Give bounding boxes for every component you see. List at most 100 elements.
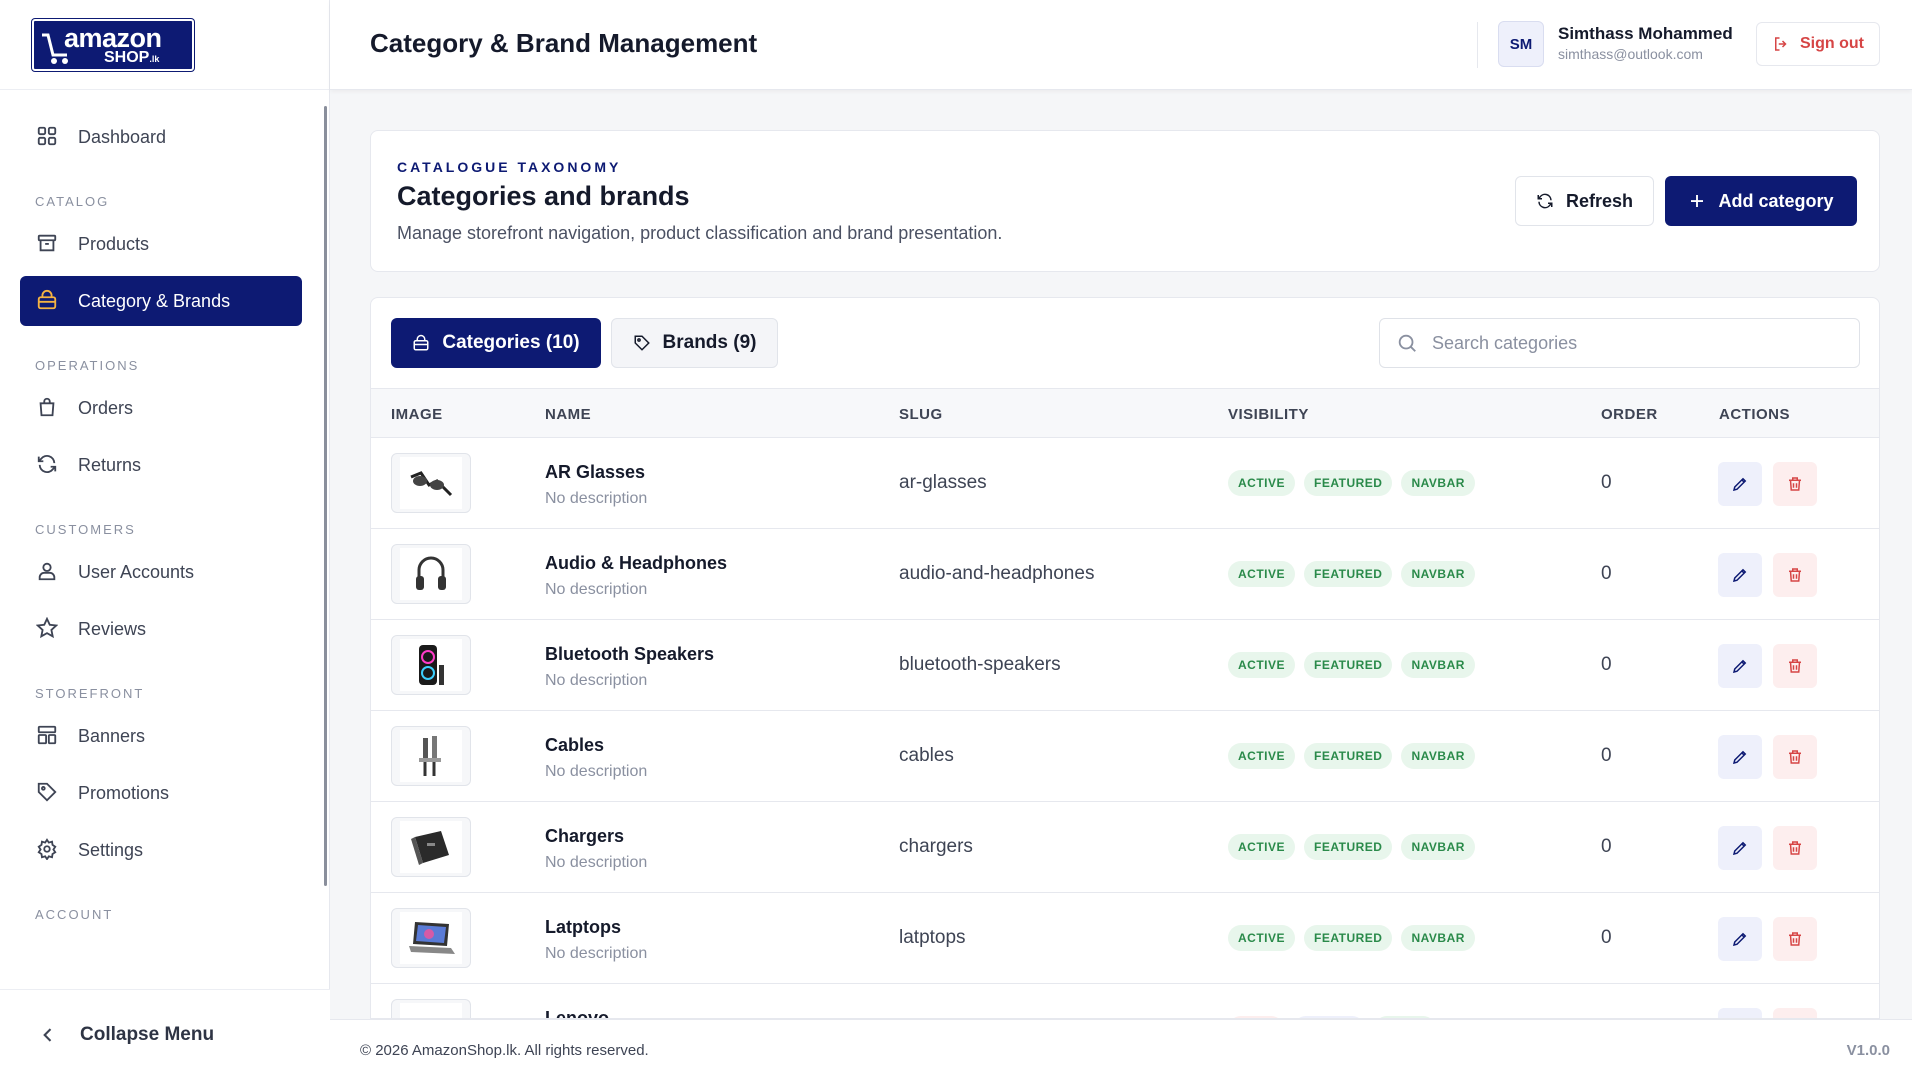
- table-row[interactable]: Cables No description cables ACTIVE FEAT…: [371, 711, 1879, 802]
- table-row[interactable]: Latptops No description latptops ACTIVE …: [371, 893, 1879, 984]
- delete-button[interactable]: [1773, 826, 1817, 870]
- sidebar-item-label: User Accounts: [78, 561, 195, 582]
- table-row[interactable]: Lenovo: [371, 984, 1879, 1018]
- section-customers: CUSTOMERS: [35, 522, 136, 537]
- user-email: simthass@outlook.com: [1558, 46, 1703, 62]
- category-name: Bluetooth Speakers: [545, 644, 715, 664]
- delete-button[interactable]: [1773, 735, 1817, 779]
- sidebar-item-settings[interactable]: Settings: [20, 825, 302, 875]
- table-row[interactable]: AR Glasses No description ar-glasses ACT…: [371, 438, 1879, 529]
- status-badge-navbar: NAVBAR: [1401, 470, 1475, 496]
- laptop-image: [409, 922, 455, 954]
- edit-button[interactable]: [1718, 462, 1762, 506]
- sidebar-item-label: Category & Brands: [78, 290, 231, 311]
- delete-button[interactable]: [1773, 1008, 1817, 1018]
- category-name: AR Glasses: [545, 462, 646, 482]
- status-badge-navbar: NAVBAR: [1401, 834, 1475, 860]
- sign-out-button[interactable]: Sign out: [1756, 22, 1880, 66]
- sidebar-item-orders[interactable]: Orders: [20, 383, 302, 433]
- categories-table-card: Categories (10) Brands (9) IMAGE NAME SL…: [370, 297, 1880, 1019]
- category-description: No description: [545, 945, 648, 962]
- layout-icon: [36, 724, 60, 748]
- edit-button[interactable]: [1718, 1008, 1762, 1018]
- pencil-icon: [1732, 750, 1747, 765]
- table-row[interactable]: Audio & Headphones No description audio-…: [371, 529, 1879, 620]
- category-description: No description: [545, 581, 648, 598]
- edit-button[interactable]: [1718, 917, 1762, 961]
- edit-button[interactable]: [1718, 644, 1762, 688]
- visibility-badges: ACTIVE FEATURED NAVBAR: [1228, 561, 1484, 587]
- category-description: No description: [545, 672, 648, 689]
- sidebar-item-banners[interactable]: Banners: [20, 711, 302, 761]
- status-badge-active: ACTIVE: [1228, 561, 1296, 587]
- avatar[interactable]: SM: [1498, 21, 1544, 67]
- sidebar-item-reviews[interactable]: Reviews: [20, 604, 302, 654]
- refresh-icon: [36, 453, 60, 477]
- visibility-badges: ACTIVE FEATURED NAVBAR: [1228, 743, 1484, 769]
- speaker-image: [419, 645, 444, 685]
- category-image: [391, 999, 471, 1018]
- tab-brands-label: Brands (9): [662, 332, 757, 353]
- sidebar-item-user-accounts[interactable]: User Accounts: [20, 547, 302, 597]
- sign-out-label: Sign out: [1800, 35, 1864, 52]
- sidebar-nav: Dashboard CATALOG Products Category & Br…: [0, 90, 322, 987]
- sidebar-item-category-brands[interactable]: Category & Brands: [20, 276, 302, 326]
- charger-image: [411, 831, 449, 865]
- trash-icon: [1789, 568, 1801, 582]
- category-image: [391, 635, 471, 695]
- edit-button[interactable]: [1718, 553, 1762, 597]
- visibility-badges: ACTIVE FEATURED NAVBAR: [1228, 652, 1484, 678]
- sidebar-item-label: Promotions: [78, 782, 170, 803]
- delete-button[interactable]: [1773, 917, 1817, 961]
- refresh-label: Refresh: [1565, 190, 1634, 211]
- section-account: ACCOUNT: [35, 907, 114, 922]
- edit-button[interactable]: [1718, 826, 1762, 870]
- category-order: 0: [1601, 836, 1612, 857]
- headphones-image: [416, 556, 446, 590]
- sidebar-item-label: Returns: [78, 454, 142, 475]
- collapse-menu-button[interactable]: Collapse Menu: [0, 989, 330, 1079]
- chevron-left-icon: [38, 1025, 58, 1045]
- sidebar-item-dashboard[interactable]: Dashboard: [20, 112, 302, 162]
- edit-button[interactable]: [1718, 735, 1762, 779]
- category-order: 0: [1601, 472, 1612, 493]
- logo-text-bottom: SHOP.lk: [104, 49, 159, 67]
- delete-button[interactable]: [1773, 462, 1817, 506]
- trash-icon: [1789, 659, 1801, 673]
- add-category-button[interactable]: Add category: [1665, 176, 1857, 226]
- status-badge-navbar: NAVBAR: [1401, 652, 1475, 678]
- tab-categories[interactable]: Categories (10): [391, 318, 601, 368]
- amazonshop-logo[interactable]: amazon SHOP.lk: [32, 18, 194, 71]
- status-badge-navbar: NAVBAR: [1401, 743, 1475, 769]
- sidebar-item-promotions[interactable]: Promotions: [20, 768, 302, 818]
- pencil-icon: [1732, 932, 1747, 947]
- category-image: [391, 544, 471, 604]
- table-row[interactable]: Bluetooth Speakers No description blueto…: [371, 620, 1879, 711]
- category-order: 0: [1601, 654, 1612, 675]
- sidebar-item-returns[interactable]: Returns: [20, 440, 302, 490]
- refresh-button[interactable]: Refresh: [1515, 176, 1654, 226]
- search-input[interactable]: [1432, 332, 1832, 354]
- delete-button[interactable]: [1773, 553, 1817, 597]
- sidebar-item-label: Banners: [78, 725, 146, 746]
- category-image: [391, 908, 471, 968]
- pencil-icon: [1732, 568, 1747, 583]
- status-badge-navbar: NAVBAR: [1401, 561, 1475, 587]
- pencil-icon: [1732, 841, 1747, 856]
- table-row[interactable]: Chargers No description chargers ACTIVE …: [371, 802, 1879, 893]
- col-visibility: VISIBILITY: [1228, 406, 1309, 423]
- tag-icon: [633, 334, 651, 352]
- sidebar-scrollbar[interactable]: [324, 106, 327, 886]
- sidebar-item-products[interactable]: Products: [20, 219, 302, 269]
- users-icon: [36, 560, 60, 584]
- category-description: No description: [545, 763, 648, 780]
- status-badge-featured: FEATURED: [1304, 925, 1393, 951]
- version-label: V1.0.0: [1846, 1042, 1890, 1059]
- copyright-text: © 2026 AmazonShop.lk. All rights reserve…: [360, 1042, 649, 1059]
- search-icon: [1396, 332, 1418, 354]
- sidebar-item-label: Dashboard: [78, 126, 167, 147]
- col-actions: ACTIONS: [1719, 406, 1790, 423]
- trash-icon: [1789, 477, 1801, 491]
- delete-button[interactable]: [1773, 644, 1817, 688]
- tab-brands[interactable]: Brands (9): [611, 318, 778, 368]
